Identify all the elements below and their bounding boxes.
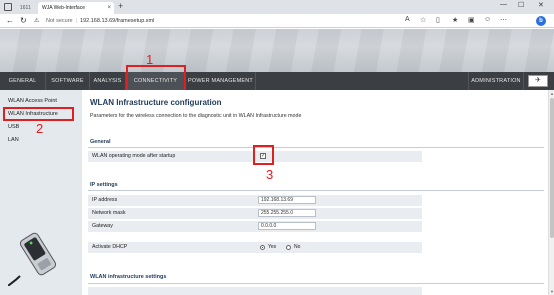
collections-icon[interactable]: ▣ xyxy=(468,16,475,24)
annotation-number-1: 1 xyxy=(146,52,154,67)
url-warning: Not secure xyxy=(46,18,73,24)
annotation-number-2: 2 xyxy=(36,121,44,136)
ip-address-label: IP address xyxy=(92,197,118,203)
profile-icon[interactable]: ☺ xyxy=(484,16,491,23)
dhcp-yes-radio[interactable] xyxy=(260,245,265,250)
annotation-box-2 xyxy=(3,107,74,121)
dhcp-no-label: No xyxy=(294,244,301,250)
tab-title: WJA Web-Interface xyxy=(42,5,85,11)
gateway-row xyxy=(88,221,422,232)
maximize-icon[interactable]: ☐ xyxy=(518,1,524,9)
url-field[interactable]: Not secure | 192.168.13.69/framesetup.xml xyxy=(46,16,376,26)
browser-tab-active[interactable]: WJA Web-Interface × xyxy=(38,2,114,14)
address-bar: ← ↻ ⚠ Not secure | 192.168.13.69/framesetu… xyxy=(0,14,554,28)
scroll-up-icon[interactable]: ▲ xyxy=(550,91,554,96)
main-menu: GENERAL SOFTWARE ANALYSIS CONNECTIVITY P… xyxy=(0,72,554,90)
ip-address-row xyxy=(88,195,422,206)
menu-administration[interactable]: ADMINISTRATION xyxy=(468,72,524,90)
section-divider xyxy=(88,283,544,284)
new-tab-button[interactable]: + xyxy=(118,1,123,11)
annotation-number-3: 3 xyxy=(266,167,274,182)
scroll-down-icon[interactable]: ▼ xyxy=(550,289,554,294)
close-window-icon[interactable]: ✕ xyxy=(538,1,544,9)
menu-power-management[interactable]: POWER MANAGEMENT xyxy=(186,72,256,90)
tab-title: 1611 xyxy=(20,5,31,11)
more-menu-icon[interactable]: ⋯ xyxy=(500,16,507,24)
wlan-settings-row xyxy=(88,287,422,295)
diagnostic-device-image xyxy=(8,232,57,286)
section-divider xyxy=(88,190,544,191)
menu-analysis[interactable]: ANALYSIS xyxy=(90,72,126,90)
url-text: 192.168.13.69/framesetup.xml xyxy=(80,18,155,24)
tab-close-icon[interactable]: × xyxy=(107,2,111,14)
header-banner xyxy=(0,29,554,72)
section-general-title: General xyxy=(90,139,111,145)
annotation-box-3 xyxy=(253,145,274,165)
browser-tab-inactive[interactable]: 1611 xyxy=(16,2,38,14)
section-ip-title: IP settings xyxy=(90,182,118,188)
minimize-icon[interactable]: — xyxy=(500,1,507,8)
split-screen-icon[interactable]: ▯ xyxy=(436,16,440,24)
gateway-label: Gateway xyxy=(92,223,113,229)
sidebar-item-lan[interactable]: LAN xyxy=(8,137,19,143)
wlan-mode-label: WLAN operating mode after startup xyxy=(92,153,176,159)
dhcp-no-radio[interactable] xyxy=(286,245,291,250)
network-mask-label: Network mask xyxy=(92,210,126,216)
dhcp-yes-label: Yes xyxy=(268,244,277,250)
menu-software[interactable]: SOFTWARE xyxy=(46,72,90,90)
page-description: Parameters for the wireless connection t… xyxy=(90,113,302,119)
tab-actions-icon[interactable] xyxy=(4,3,12,11)
read-aloud-icon[interactable]: A xyxy=(405,16,410,23)
network-mask-row xyxy=(88,208,422,219)
network-mask-input[interactable]: 255.255.255.0 xyxy=(258,209,316,217)
sidebar-item-wlan-access-point[interactable]: WLAN Access Point xyxy=(8,98,57,104)
scroll-thumb[interactable] xyxy=(550,98,554,238)
bing-icon[interactable]: b xyxy=(536,16,546,26)
page-title: WLAN Infrastructure configuration xyxy=(90,98,222,107)
menu-general[interactable]: GENERAL xyxy=(0,72,46,90)
dhcp-label: Activate DHCP xyxy=(92,244,128,250)
content-panel xyxy=(82,90,548,295)
favorite-icon[interactable]: ☆ xyxy=(420,16,426,24)
annotation-box-1 xyxy=(126,65,186,93)
dhcp-row xyxy=(88,242,422,253)
scrollbar[interactable]: ▲ ▼ xyxy=(548,90,554,295)
back-icon[interactable]: ← xyxy=(6,16,14,25)
section-divider xyxy=(88,147,544,148)
browser-tab-strip: 1611 WJA Web-Interface × + — ☐ ✕ xyxy=(0,0,554,14)
warning-icon[interactable]: ⚠ xyxy=(34,17,39,24)
reload-icon[interactable]: ↻ xyxy=(20,16,27,25)
gateway-input[interactable]: 0.0.0.0 xyxy=(258,222,316,230)
language-flag-icon[interactable]: ✈ xyxy=(528,75,548,87)
ip-address-input[interactable]: 192.168.13.69 xyxy=(258,196,316,204)
sidebar-item-usb[interactable]: USB xyxy=(8,124,19,130)
favorites-icon[interactable]: ★ xyxy=(452,16,458,24)
section-wlan-settings-title: WLAN infrastructure settings xyxy=(90,274,167,280)
